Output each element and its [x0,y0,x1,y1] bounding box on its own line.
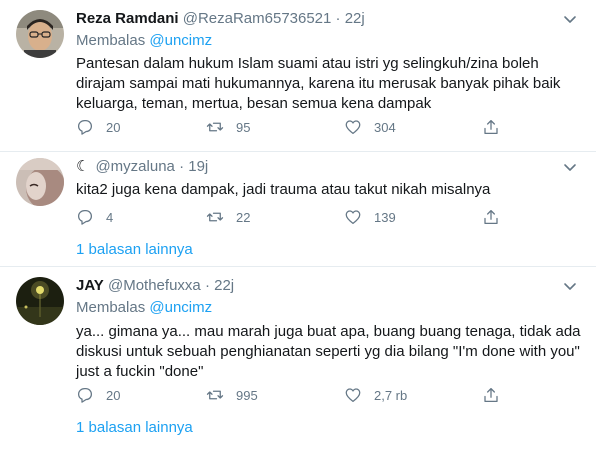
share-button[interactable] [482,117,500,137]
timestamp[interactable]: 22j [345,10,365,27]
replying-to-label: Membalas [76,299,146,316]
more-replies-row[interactable]: 1 balasan lainnya [0,230,596,270]
retweet-icon [206,390,224,400]
retweet-button[interactable]: 22 [206,207,250,227]
reply-count: 20 [106,119,121,135]
user-handle[interactable]: @myzaluna [95,158,174,175]
tweet-actions: 20 95 304 [76,117,506,137]
like-icon [345,388,361,403]
reply-icon [77,387,93,403]
caret-down-icon[interactable] [562,159,578,175]
moon-icon: ☾ [76,158,90,175]
like-count: 2,7 rb [374,387,408,403]
share-icon [484,387,498,403]
reply-icon [77,209,93,225]
like-icon [345,120,361,135]
share-icon [484,209,498,225]
tweet-jay[interactable]: JAY @Mothefuxxa · 22j Membalas @uncimz y… [0,267,596,412]
reply-button[interactable]: 20 [76,385,120,405]
separator: · [204,277,210,294]
share-button[interactable] [482,207,500,227]
reply-button[interactable]: 20 [76,117,120,137]
retweet-button[interactable]: 995 [206,385,258,405]
retweet-count: 95 [236,119,251,135]
mention-link[interactable]: @uncimz [149,32,212,49]
caret-down-icon[interactable] [562,278,578,294]
share-button[interactable] [482,385,500,405]
avatar[interactable] [16,10,64,58]
timestamp[interactable]: 19j [188,158,208,175]
timestamp[interactable]: 22j [214,277,234,294]
mention-link[interactable]: @uncimz [149,299,212,316]
like-icon [345,210,361,225]
like-button[interactable]: 304 [344,117,396,137]
tweet-reza[interactable]: Reza Ramdani @RezaRam65736521 · 22j Memb… [0,0,596,151]
like-button[interactable]: 2,7 rb [344,385,407,405]
tweet-myzaluna[interactable]: ☾ @myzaluna · 19j kita2 juga kena dampak,… [0,152,596,230]
like-count: 304 [374,119,396,135]
display-name[interactable]: Reza Ramdani [76,10,179,27]
share-icon [484,119,498,135]
separator: · [179,158,185,175]
caret-down-icon[interactable] [562,11,578,27]
tweet-text: kita2 juga kena dampak, jadi trauma atau… [76,181,491,198]
user-handle[interactable]: @Mothefuxxa [108,277,201,294]
show-more-replies-link[interactable]: 1 balasan lainnya [76,418,193,438]
show-more-replies-link[interactable]: 1 balasan lainnya [76,240,193,260]
retweet-count: 995 [236,387,258,403]
display-name[interactable]: JAY [76,277,104,294]
tweet-header: ☾ @myzaluna · 19j [76,157,208,177]
replying-to: Membalas @uncimz [76,298,212,318]
tweet-text: Pantesan dalam hukum Islam suami atau is… [76,55,561,112]
tweet-actions: 4 22 139 [76,207,506,227]
tweet-actions: 20 995 2,7 rb [76,385,506,405]
like-count: 139 [374,209,396,225]
reply-count: 4 [106,209,114,225]
reply-button[interactable]: 4 [76,207,113,227]
tweet-text: ya... gimana ya... mau marah juga buat a… [76,323,581,380]
tweet-header: Reza Ramdani @RezaRam65736521 · 22j [76,9,365,29]
user-handle[interactable]: @RezaRam65736521 [183,10,332,27]
retweet-count: 22 [236,209,251,225]
replying-to: Membalas @uncimz [76,31,212,51]
avatar[interactable] [16,158,64,206]
avatar[interactable] [16,277,64,325]
more-replies-row[interactable]: 1 balasan lainnya [0,408,596,448]
separator: · [335,10,341,27]
reply-count: 20 [106,387,121,403]
retweet-button[interactable]: 95 [206,117,250,137]
reply-icon [77,119,93,135]
like-button[interactable]: 139 [344,207,396,227]
retweet-icon [206,212,224,222]
replying-to-label: Membalas [76,32,146,49]
retweet-icon [206,122,224,132]
tweet-header: JAY @Mothefuxxa · 22j [76,276,234,296]
